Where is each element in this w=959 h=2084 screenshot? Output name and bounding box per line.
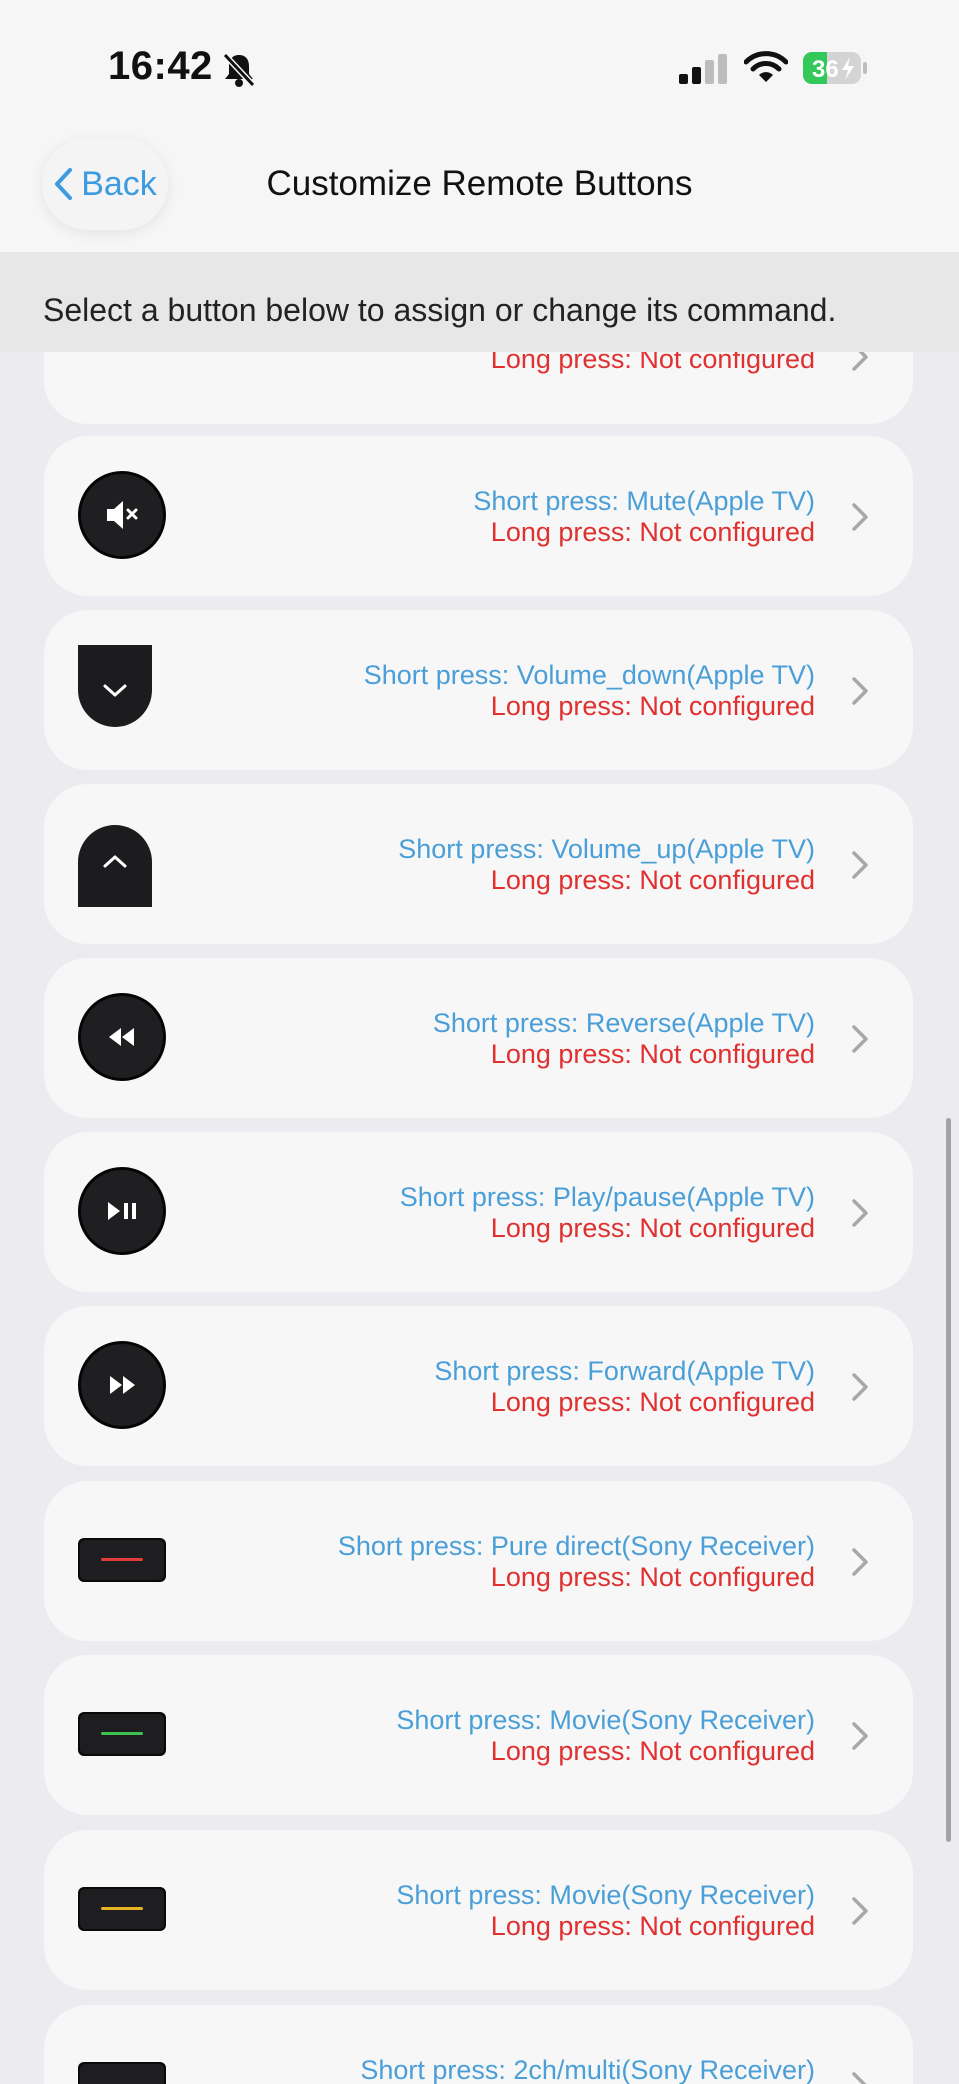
chevron-right-icon — [852, 851, 868, 879]
long-press-text: Long press: Not configured — [490, 1387, 815, 1417]
long-press-text: Long press: Not configured — [490, 1736, 815, 1766]
chevron-right-icon — [852, 1025, 868, 1053]
remote-button-row[interactable]: Short press: Mute(Apple TV) Long press: … — [44, 436, 913, 596]
volume-down-icon — [78, 645, 152, 727]
chevron-right-icon — [852, 1897, 868, 1925]
chevron-right-icon — [852, 1199, 868, 1227]
chevron-right-icon — [852, 1373, 868, 1401]
green-color-button-icon — [78, 1712, 166, 1756]
short-press-text: Short press: Volume_down(Apple TV) — [363, 660, 815, 690]
scroll-indicator[interactable] — [946, 1118, 951, 1842]
chevron-right-icon — [852, 503, 868, 531]
short-press-text: Short press: Volume_up(Apple TV) — [398, 834, 815, 864]
remote-button-row[interactable]: Short press: 2ch/multi(Sony Receiver) — [44, 2005, 913, 2084]
rewind-icon — [78, 993, 166, 1081]
remote-button-row[interactable]: Short press: Volume_down(Apple TV) Long … — [44, 610, 913, 770]
play-pause-icon — [78, 1167, 166, 1255]
remote-button-row[interactable]: Short press: Volume_up(Apple TV) Long pr… — [44, 784, 913, 944]
long-press-text: Long press: Not configured — [490, 517, 815, 547]
remote-button-row[interactable]: Short press: Reverse(Apple TV) Long pres… — [44, 958, 913, 1118]
chevron-right-icon — [852, 677, 868, 705]
short-press-text: Short press: Reverse(Apple TV) — [432, 1008, 815, 1038]
remote-button-row[interactable]: Short press: Play/pause(Apple TV) Long p… — [44, 1132, 913, 1292]
volume-up-icon — [78, 825, 152, 907]
short-press-text: Short press: Movie(Sony Receiver) — [396, 1880, 815, 1910]
instruction-text: Select a button below to assign or chang… — [43, 292, 837, 328]
remote-button-row[interactable]: Short press: Forward(Apple TV) Long pres… — [44, 1306, 913, 1466]
chevron-right-icon — [852, 1722, 868, 1750]
long-press-text: Long press: Not configured — [490, 1911, 815, 1941]
blue-color-button-icon — [78, 2062, 166, 2084]
short-press-text: Short press: 2ch/multi(Sony Receiver) — [360, 2055, 815, 2084]
red-color-button-icon — [78, 1538, 166, 1582]
long-press-text: Long press: Not configured — [490, 1562, 815, 1592]
instruction-bar: Select a button below to assign or chang… — [0, 252, 959, 352]
short-press-text: Short press: Pure direct(Sony Receiver) — [337, 1531, 815, 1561]
remote-button-row[interactable]: Short press: Pure direct(Sony Receiver) … — [44, 1481, 913, 1641]
remote-button-row[interactable]: Short press: Movie(Sony Receiver) Long p… — [44, 1830, 913, 1990]
chevron-right-icon — [852, 2072, 867, 2084]
long-press-text: Long press: Not configured — [490, 1213, 815, 1243]
remote-button-row[interactable]: Short press: Movie(Sony Receiver) Long p… — [44, 1655, 913, 1815]
mute-icon — [78, 471, 166, 559]
long-press-text: Long press: Not configured — [490, 865, 815, 895]
fast-forward-icon — [78, 1341, 166, 1429]
short-press-text: Short press: Mute(Apple TV) — [473, 486, 815, 516]
short-press-text: Short press: Movie(Sony Receiver) — [396, 1705, 815, 1735]
short-press-text: Short press: Play/pause(Apple TV) — [399, 1182, 815, 1212]
long-press-text: Long press: Not configured — [490, 691, 815, 721]
yellow-color-button-icon — [78, 1887, 166, 1931]
long-press-text: Long press: Not configured — [490, 1039, 815, 1069]
chevron-right-icon — [852, 1548, 868, 1576]
short-press-text: Short press: Forward(Apple TV) — [434, 1356, 815, 1386]
